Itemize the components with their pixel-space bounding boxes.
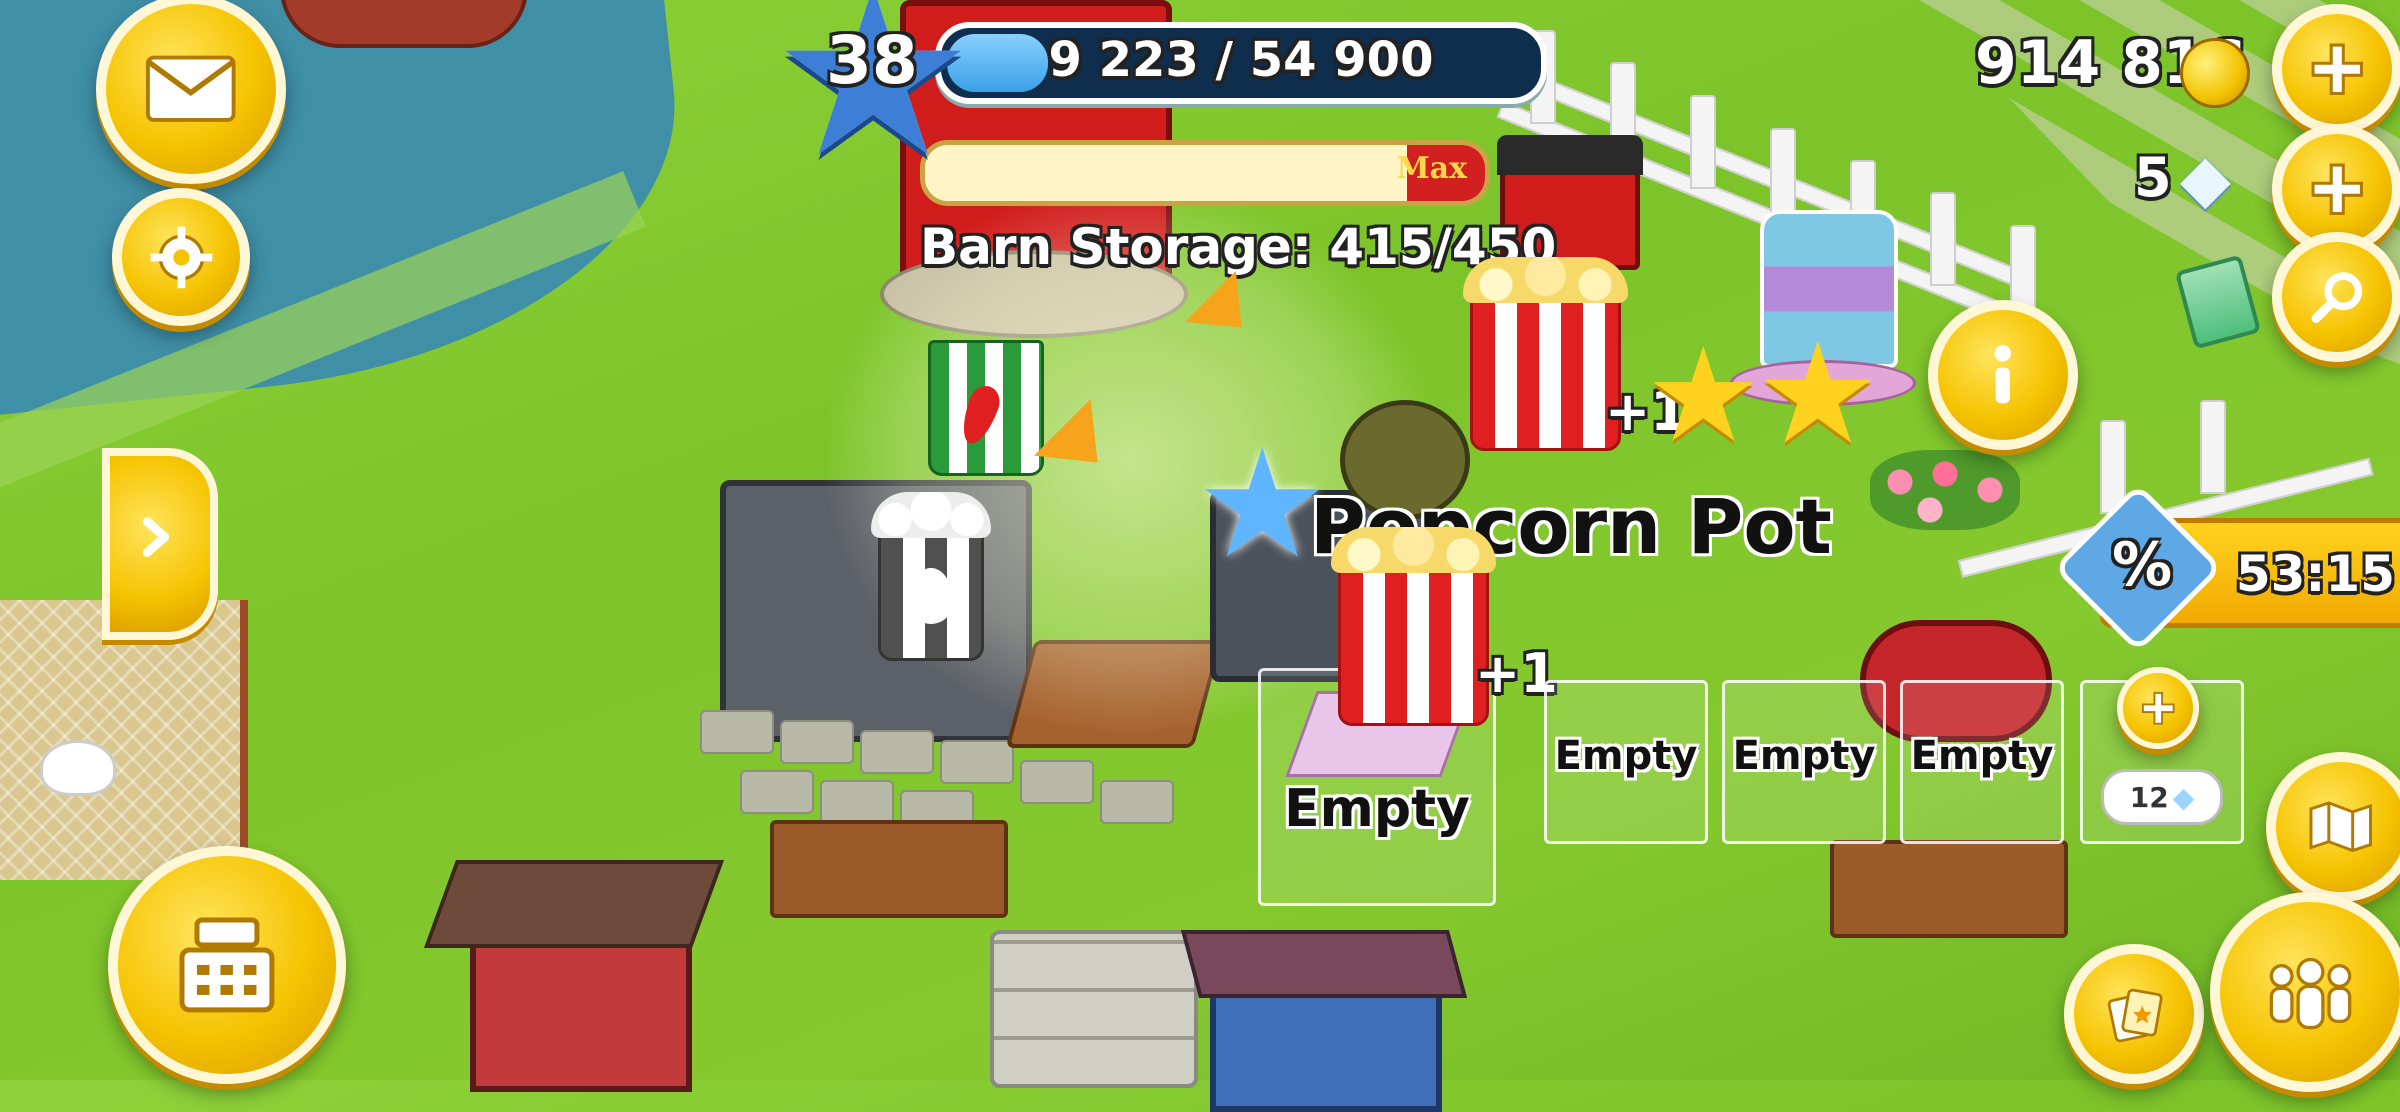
chili-pepper-icon [955, 381, 1005, 449]
slot-label: Empty [1554, 733, 1698, 779]
bench-left [770, 820, 1008, 918]
cards-button[interactable] [2064, 944, 2204, 1084]
settings-button[interactable] [112, 188, 250, 326]
slot-label: Empty [1732, 733, 1876, 779]
flowers [1870, 450, 2020, 530]
xp-bar: 9 223 / 54 900 [935, 22, 1547, 104]
gold-star-icon: ★ [1645, 319, 1762, 471]
add-coins-button[interactable] [2272, 4, 2400, 134]
boat [280, 0, 528, 48]
queue-slot[interactable]: Empty [1722, 680, 1886, 844]
map-fold-icon [2309, 801, 2373, 853]
search-button[interactable] [2272, 232, 2400, 362]
add-slot-cost: 12 [2129, 780, 2169, 814]
barn-storage-label: Barn Storage: 415/450 [920, 218, 1557, 276]
queue-slot[interactable]: Empty [1900, 680, 2064, 844]
barn-max-label: Max [1396, 151, 1467, 186]
magnifier-icon [2311, 272, 2362, 323]
people-icon [2269, 957, 2351, 1029]
sale-timer: 53:15 [2235, 545, 2395, 603]
plus-icon [2141, 691, 2175, 725]
gold-star-icon: ★ [1755, 313, 1881, 476]
envelope-icon [146, 55, 236, 123]
level-number: 38 [826, 22, 918, 99]
add-slot-cost-pill: 12 ◆ [2101, 769, 2223, 825]
slot-label: Empty [1284, 779, 1470, 839]
info-button[interactable] [1928, 300, 2078, 450]
diamond-icon: ◆ [2172, 780, 2195, 814]
shop-button[interactable] [108, 846, 346, 1084]
add-slot-button[interactable] [2117, 667, 2199, 749]
gear-icon [150, 226, 212, 288]
diamond-icon: ◆ [2180, 140, 2231, 217]
popcorn-product-locked[interactable] [871, 492, 991, 661]
add-slot[interactable]: 12 ◆ [2080, 667, 2244, 844]
blue-house-roof [1180, 930, 1468, 998]
xp-text: 9 223 / 54 900 [1048, 32, 1434, 88]
bench-right [1830, 840, 2068, 938]
map-button[interactable] [2266, 752, 2400, 902]
diamond-count: 5 [2134, 146, 2172, 209]
plus-icon [2311, 43, 2363, 95]
friends-button[interactable] [2210, 892, 2400, 1092]
drop-icon [909, 568, 953, 624]
slot-label: Empty [1910, 733, 2054, 779]
popcorn-product-flying [1463, 257, 1628, 451]
chevron-right-icon [142, 517, 170, 557]
cash-register-icon [179, 917, 275, 1013]
popcorn-product-active [1331, 527, 1496, 726]
dog-house-roof [423, 860, 725, 948]
plus-icon [2311, 163, 2363, 215]
mail-button[interactable] [96, 0, 286, 184]
chili-popcorn-product[interactable] [928, 340, 1044, 476]
info-icon [1994, 345, 2012, 404]
cards-icon [2107, 988, 2163, 1043]
stone-wall [990, 930, 1198, 1088]
queue-slot[interactable]: Empty [1544, 680, 1708, 844]
barn-storage-bar: Max [920, 140, 1490, 206]
chicken [40, 740, 116, 796]
chicken-coop-fence [0, 600, 248, 880]
discount-symbol: % [2112, 530, 2173, 600]
coin-icon [2180, 38, 2250, 108]
expand-side-button[interactable] [102, 448, 218, 640]
